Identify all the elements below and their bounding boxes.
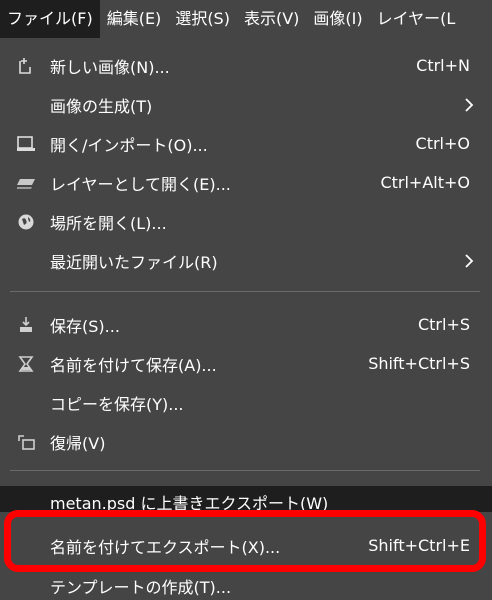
menu-item-label: テンプレートの作成(T)... (50, 578, 232, 597)
menu-item-label: コピーを保存(Y)... (50, 394, 184, 414)
menu-view[interactable]: 表示(V) (237, 0, 306, 38)
menu-file[interactable]: ファイル(F) (0, 0, 100, 38)
menu-item-recent[interactable]: 最近開いたファイル(R) (0, 241, 492, 280)
shortcut-label: Ctrl+S (417, 315, 470, 334)
menu-item-label: 場所を開く(L)... (50, 213, 167, 233)
shortcut-label: Ctrl+O (415, 134, 470, 153)
shortcut-label: Ctrl+N (416, 56, 470, 75)
open-image-icon (16, 135, 36, 153)
menu-separator (10, 470, 480, 471)
menu-item-label: 画像の生成(T) (50, 96, 153, 116)
menu-item-label: 開く/インポート(O)... (50, 135, 208, 155)
menu-image[interactable]: 画像(I) (306, 0, 369, 38)
shortcut-label: Shift+Ctrl+S (368, 354, 470, 373)
menu-layer[interactable]: レイヤー(L (370, 0, 463, 38)
globe-icon (16, 213, 36, 231)
menu-item-new[interactable]: 新しい画像(N)... Ctrl+N (0, 46, 492, 85)
save-icon (16, 316, 36, 334)
menu-item-label: レイヤーとして開く(E)... (50, 174, 231, 194)
shortcut-label: Ctrl+Alt+O (380, 173, 470, 192)
layers-icon (16, 174, 36, 192)
menu-item-label: 新しい画像(N)... (50, 57, 170, 77)
chevron-right-icon (462, 96, 476, 114)
menu-item-save-copy[interactable]: コピーを保存(Y)... (0, 383, 492, 422)
menu-item-label: 復帰(V) (50, 433, 106, 453)
menu-item-open[interactable]: 開く/インポート(O)... Ctrl+O (0, 124, 492, 163)
menu-item-save[interactable]: 保存(S)... Ctrl+S (0, 305, 492, 344)
revert-icon (16, 433, 36, 451)
menu-separator (10, 291, 480, 292)
menu-item-open-location[interactable]: 場所を開く(L)... (0, 202, 492, 241)
chevron-right-icon (462, 252, 476, 270)
menu-edit[interactable]: 編集(E) (100, 0, 169, 38)
menu-item-create[interactable]: 画像の生成(T) (0, 85, 492, 124)
save-as-icon (16, 355, 36, 373)
menu-item-label: 名前を付けて保存(A)... (50, 355, 217, 375)
menu-item-label: 保存(S)... (50, 316, 120, 336)
menu-item-label: metan.psd に上書きエクスポート(W) (50, 494, 329, 512)
new-image-icon (16, 57, 36, 75)
menu-item-revert[interactable]: 復帰(V) (0, 422, 492, 461)
menu-select[interactable]: 選択(S) (168, 0, 237, 38)
menu-item-template[interactable]: テンプレートの作成(T)... (0, 568, 492, 600)
annotation-highlight-box (4, 510, 486, 572)
menubar: ファイル(F) 編集(E) 選択(S) 表示(V) 画像(I) レイヤー(L (0, 0, 492, 38)
menu-item-open-as-layers[interactable]: レイヤーとして開く(E)... Ctrl+Alt+O (0, 163, 492, 202)
menu-item-overwrite[interactable]: metan.psd に上書きエクスポート(W) (0, 486, 492, 512)
menu-item-save-as[interactable]: 名前を付けて保存(A)... Shift+Ctrl+S (0, 344, 492, 383)
menu-item-label: 最近開いたファイル(R) (50, 252, 218, 272)
